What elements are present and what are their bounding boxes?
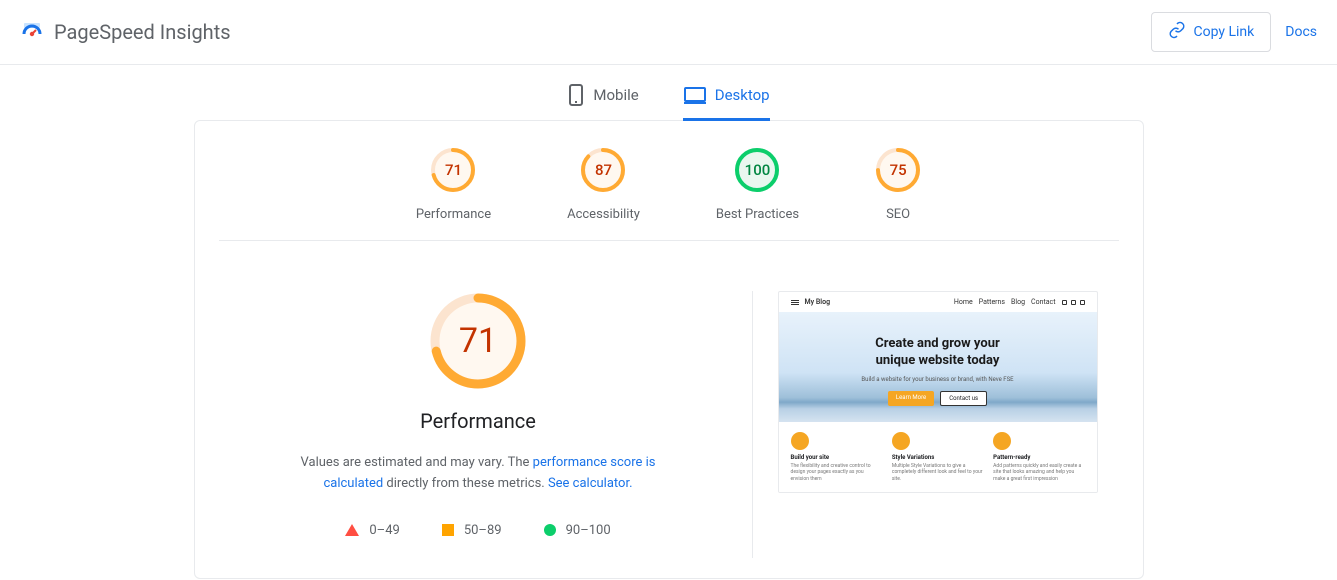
preview-buttons: Learn More Contact us [789, 391, 1087, 406]
gauge-label: Performance [416, 207, 491, 222]
preview-feature: Pattern-ready Add patterns quickly and e… [993, 432, 1084, 483]
gauge-value: 100 [734, 147, 780, 193]
feature-desc: Add patterns quickly and easily create a… [993, 463, 1084, 483]
feature-title: Style Variations [892, 454, 983, 461]
gauge-label: Best Practices [716, 207, 799, 222]
preview-nav-item: Patterns [979, 298, 1005, 306]
legend-label: 0–49 [369, 523, 399, 538]
circle-icon [544, 524, 556, 536]
gauge-seo: 75 [875, 147, 921, 193]
note-text: directly from these metrics. [383, 476, 548, 491]
score-performance[interactable]: 71 Performance [416, 147, 491, 222]
copy-link-label: Copy Link [1194, 24, 1255, 40]
hamburger-icon [791, 300, 799, 305]
link-icon [1168, 21, 1186, 43]
feature-icon [791, 432, 809, 450]
legend-label: 90–100 [566, 523, 611, 538]
feature-icon [993, 432, 1011, 450]
big-gauge-label: Performance [420, 409, 536, 433]
preview-header: My Blog Home Patterns Blog Contact [779, 292, 1097, 312]
feature-desc: Multiple Style Variations to give a comp… [892, 463, 983, 483]
preview-hero: Create and grow yourunique website today… [779, 312, 1097, 422]
preview-nav-item: Blog [1011, 298, 1025, 306]
legend-label: 50–89 [464, 523, 502, 538]
link-see-calculator[interactable]: See calculator. [548, 476, 633, 491]
docs-link[interactable]: Docs [1285, 24, 1317, 40]
score-accessibility[interactable]: 87 Accessibility [567, 147, 640, 222]
score-note: Values are estimated and may vary. The p… [273, 453, 683, 495]
gauge-performance: 71 [430, 147, 476, 193]
preview-hero-title: Create and grow yourunique website today [789, 336, 1087, 370]
screenshot-section: My Blog Home Patterns Blog Contact Creat… [773, 291, 1103, 558]
legend-mid: 50–89 [442, 523, 502, 538]
gauge-value: 71 [430, 147, 476, 193]
performance-section: 71 Performance Values are estimated and … [235, 291, 753, 558]
report-card: 71 Performance 87 Accessibility 100 [194, 120, 1144, 579]
header-right: Copy Link Docs [1151, 12, 1318, 52]
tab-mobile[interactable]: Mobile [567, 83, 638, 121]
desktop-icon [683, 85, 707, 105]
site-preview: My Blog Home Patterns Blog Contact Creat… [778, 291, 1098, 493]
device-tabs: Mobile Desktop [0, 65, 1337, 121]
gauge-best-practices: 100 [734, 147, 780, 193]
copy-link-button[interactable]: Copy Link [1151, 12, 1272, 52]
preview-site-title: My Blog [805, 298, 831, 306]
gauge-value: 87 [580, 147, 626, 193]
big-gauge: 71 [428, 291, 528, 391]
preview-nav-item: Contact [1031, 298, 1055, 306]
feature-title: Build your site [791, 454, 882, 461]
preview-social-icons [1062, 300, 1085, 305]
gauge-label: Accessibility [567, 207, 640, 222]
legend-good: 90–100 [544, 523, 611, 538]
score-best-practices[interactable]: 100 Best Practices [716, 147, 799, 222]
preview-feature: Build your site The flexibility and crea… [791, 432, 882, 483]
main-row: 71 Performance Values are estimated and … [195, 241, 1143, 578]
gauge-value: 75 [875, 147, 921, 193]
score-seo[interactable]: 75 SEO [875, 147, 921, 222]
preview-feature: Style Variations Multiple Style Variatio… [892, 432, 983, 483]
preview-features: Build your site The flexibility and crea… [779, 422, 1097, 493]
preview-nav: Home Patterns Blog Contact [954, 298, 1085, 306]
scores-row: 71 Performance 87 Accessibility 100 [219, 121, 1119, 241]
tab-mobile-label: Mobile [593, 86, 638, 104]
mobile-icon [567, 83, 585, 107]
big-gauge-value: 71 [428, 291, 528, 391]
app-title: PageSpeed Insights [54, 20, 231, 44]
score-legend: 0–49 50–89 90–100 [345, 523, 610, 538]
legend-bad: 0–49 [345, 523, 399, 538]
feature-desc: The flexibility and creative control to … [791, 463, 882, 483]
tab-desktop[interactable]: Desktop [683, 83, 770, 121]
preview-hero-subtitle: Build a website for your business or bra… [789, 376, 1087, 383]
gauge-accessibility: 87 [580, 147, 626, 193]
feature-title: Pattern-ready [993, 454, 1084, 461]
feature-icon [892, 432, 910, 450]
preview-nav-item: Home [954, 298, 973, 306]
square-icon [442, 524, 454, 536]
tab-desktop-label: Desktop [715, 86, 770, 104]
preview-btn-secondary: Contact us [940, 391, 987, 406]
pagespeed-logo-icon [20, 20, 44, 44]
preview-btn-primary: Learn More [888, 391, 934, 406]
gauge-label: SEO [886, 207, 910, 222]
header-left: PageSpeed Insights [20, 20, 231, 44]
triangle-icon [345, 524, 359, 536]
app-header: PageSpeed Insights Copy Link Docs [0, 0, 1337, 65]
note-text: Values are estimated and may vary. The [301, 455, 533, 470]
